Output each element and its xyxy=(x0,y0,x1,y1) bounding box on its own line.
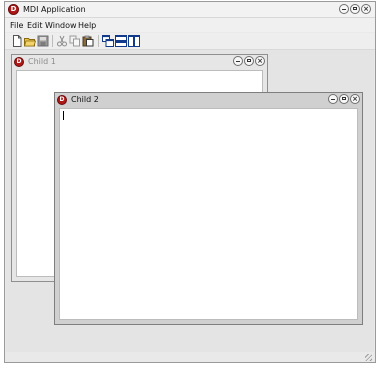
toolbar-separator xyxy=(98,35,99,47)
child-1-title: Child 1 xyxy=(28,57,56,66)
text-caret xyxy=(63,111,64,120)
status-bar xyxy=(5,352,375,362)
cascade-icon[interactable] xyxy=(102,35,114,47)
child-2-controls: × xyxy=(328,94,360,104)
menu-bar: File Edit Window Help xyxy=(5,18,375,32)
child-1-minimize-button[interactable] xyxy=(233,56,243,66)
mdi-client-area: D Child 1 × D Child 2 × xyxy=(6,50,374,361)
minimize-button[interactable] xyxy=(339,4,349,14)
close-button[interactable]: × xyxy=(361,4,371,14)
minimize-icon xyxy=(234,57,242,65)
child-2-minimize-button[interactable] xyxy=(328,94,338,104)
resize-grip-icon[interactable] xyxy=(365,354,372,361)
save-icon[interactable] xyxy=(37,35,49,47)
app-logo-icon[interactable]: D xyxy=(8,4,19,15)
child-1-controls: × xyxy=(233,56,265,66)
menu-window[interactable]: Window xyxy=(45,21,77,30)
cut-icon[interactable] xyxy=(56,35,68,47)
child-1-close-button[interactable]: × xyxy=(255,56,265,66)
tile-horizontal-icon[interactable] xyxy=(115,35,127,47)
close-icon: × xyxy=(352,95,358,103)
child-window-2[interactable]: D Child 2 × xyxy=(54,92,363,325)
minimize-icon xyxy=(340,5,348,13)
window-controls: × xyxy=(339,4,371,14)
child-2-logo-icon[interactable]: D xyxy=(57,95,67,105)
menu-help[interactable]: Help xyxy=(78,21,96,30)
child-2-title: Child 2 xyxy=(71,95,99,104)
child-2-title-bar[interactable]: D Child 2 × xyxy=(55,93,362,107)
new-file-icon[interactable] xyxy=(11,35,23,47)
toolbar xyxy=(5,33,375,50)
toolbar-separator xyxy=(52,35,53,47)
child-2-maximize-button[interactable] xyxy=(339,94,349,104)
maximize-icon xyxy=(340,95,348,103)
menu-edit[interactable]: Edit xyxy=(27,21,43,30)
maximize-icon xyxy=(351,5,359,13)
maximize-icon xyxy=(245,57,253,65)
copy-icon[interactable] xyxy=(69,35,81,47)
child-1-title-bar[interactable]: D Child 1 × xyxy=(12,55,267,69)
window-title: MDI Application xyxy=(23,5,86,14)
close-icon: × xyxy=(363,5,369,13)
child-2-close-button[interactable]: × xyxy=(350,94,360,104)
child-2-content[interactable] xyxy=(59,108,358,320)
minimize-icon xyxy=(329,95,337,103)
close-icon: × xyxy=(257,57,263,65)
child-1-logo-icon[interactable]: D xyxy=(14,57,24,67)
child-1-maximize-button[interactable] xyxy=(244,56,254,66)
menu-file[interactable]: File xyxy=(10,21,23,30)
main-title-bar[interactable]: D MDI Application × xyxy=(5,2,375,18)
maximize-button[interactable] xyxy=(350,4,360,14)
tile-vertical-icon[interactable] xyxy=(128,35,140,47)
main-window: D MDI Application × File Edit Window Hel… xyxy=(4,1,376,363)
open-folder-icon[interactable] xyxy=(23,35,37,47)
paste-icon[interactable] xyxy=(82,35,94,47)
